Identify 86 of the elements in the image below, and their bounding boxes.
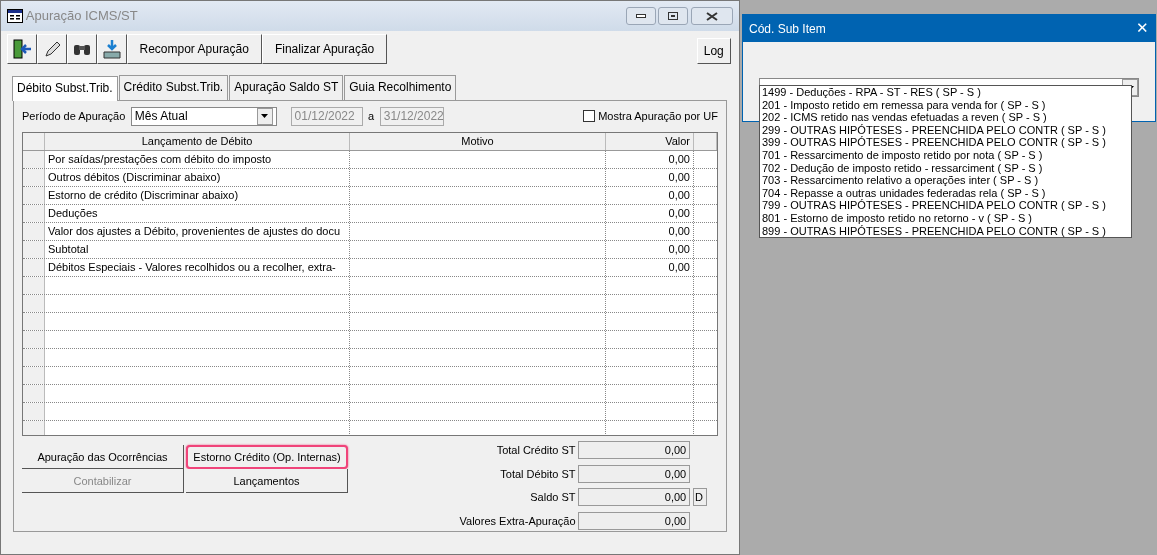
action-button[interactable]: Estorno Crédito (Op. Internas) — [186, 445, 348, 470]
toolbar-button[interactable]: Recompor Apuração — [126, 33, 262, 64]
tab[interactable]: Crédito Subst.Trib. — [118, 74, 229, 100]
dropdown-option[interactable]: 202 - ICMS retido nas vendas efetuadas a reven ( SP - S ) — [760, 111, 1131, 124]
row-header-cell — [23, 258, 45, 276]
total-label: Total Débito ST — [500, 466, 576, 482]
dropdown-option[interactable]: 399 - OUTRAS HIPÓTESES - PREENCHIDA PELO CONTR ( SP - S ) — [760, 136, 1131, 149]
row-header-cell — [23, 348, 45, 366]
tab[interactable]: Débito Subst.Trib. — [12, 75, 118, 101]
row-header-cell — [23, 420, 45, 435]
maximize-icon — [668, 12, 679, 21]
dropdown-option[interactable]: 299 - OUTRAS HIPÓTESES - PREENCHIDA PELO CONTR ( SP - S ) — [760, 123, 1131, 137]
period-dropdown[interactable]: Mês Atual — [130, 106, 277, 126]
close-icon — [706, 11, 718, 21]
row-header-cell — [23, 186, 45, 204]
column-header: Valor — [606, 132, 694, 150]
row-header-cell — [23, 222, 45, 240]
tray-download-icon — [100, 37, 123, 60]
edit-button[interactable] — [36, 33, 67, 64]
total-field: 0,00 — [578, 488, 691, 507]
dropdown-option[interactable]: 201 - Imposto retido em remessa para venda for ( SP - S ) — [760, 98, 1131, 112]
search-button[interactable] — [66, 33, 97, 64]
table-cell: Outros débitos (Discriminar abaixo) — [45, 168, 350, 186]
period-label: Período de Apuração — [22, 109, 126, 124]
row-header-cell — [23, 330, 45, 348]
dropdown-option[interactable]: 704 - Repasse a outras unidades federadas rela ( SP - S ) — [760, 186, 1131, 200]
minimize-icon — [635, 14, 646, 19]
row-header-cell — [23, 312, 45, 330]
row-header-cell — [23, 366, 45, 384]
table-cell: Deduções — [45, 204, 350, 222]
row-header-cell — [23, 204, 45, 222]
table-cell: 0,00 — [606, 204, 694, 222]
period-value: Mês Atual — [134, 107, 188, 125]
date-separator: a — [368, 109, 375, 124]
row-header-cell — [23, 402, 45, 420]
row-header-cell — [23, 384, 45, 402]
dropdown-option[interactable]: 801 - Estorno de imposto retido no retorno - v ( SP - S ) — [760, 211, 1131, 225]
table-cell: 0,00 — [606, 240, 694, 258]
dropdown-option[interactable]: 703 - Ressarcimento relativo a operações inter ( SP - S ) — [760, 174, 1131, 187]
import-button[interactable] — [96, 33, 127, 64]
table-cell: 0,00 — [606, 168, 694, 186]
table-cell: Estorno de crédito (Discriminar abaixo) — [45, 186, 350, 204]
close-button[interactable] — [691, 7, 733, 25]
binoculars-icon — [73, 44, 90, 55]
column-header: Lançamento de Débito — [45, 132, 350, 150]
dropdown-option[interactable]: 702 - Dedução de imposto retido - ressarciment ( SP - S ) — [760, 161, 1131, 175]
checkbox-label: Mostra Apuração por UF — [598, 109, 718, 124]
row-header-cell — [23, 276, 45, 294]
total-field: 0,00 — [578, 511, 691, 530]
window-title: Apuração ICMS/ST — [25, 7, 138, 26]
column-header: Motivo — [350, 132, 606, 150]
log-button[interactable]: Log — [696, 37, 731, 64]
table-cell: Por saídas/prestações com débito do imposto — [45, 150, 350, 168]
total-label: Valores Extra-Apuração — [459, 513, 576, 529]
dropdown-option[interactable]: 1499 - Deduções - RPA - ST - RES ( SP - S ) — [760, 86, 1131, 99]
balance-type-field: D — [693, 488, 707, 507]
exit-button[interactable] — [6, 33, 37, 64]
row-header-cell — [23, 240, 45, 258]
table-cell: Subtotal — [45, 240, 350, 258]
dropdown-option[interactable]: 899 - OUTRAS HIPÓTESES - PREENCHIDA PELO CONTR ( SP - S ) — [760, 224, 1131, 238]
maximize-button[interactable] — [658, 7, 689, 25]
checkbox[interactable] — [583, 110, 596, 123]
table-cell: Débitos Especiais - Valores recolhidos ou a recolher, extra- — [45, 258, 350, 276]
table-cell: Valor dos ajustes a Débito, provenientes de ajustes do docu — [45, 222, 350, 240]
total-label: Saldo ST — [530, 490, 576, 505]
table-cell: 0,00 — [606, 186, 694, 204]
action-button[interactable]: Apuração das Ocorrências — [22, 445, 184, 470]
total-field: 0,00 — [578, 441, 691, 460]
row-header-cell — [23, 294, 45, 312]
tab[interactable]: Guia Recolhimento — [344, 74, 457, 100]
dropdown-option[interactable]: 701 - Ressarcimento de imposto retido por nota ( SP - S ) — [760, 148, 1131, 162]
row-header-cell — [23, 168, 45, 186]
minimize-button[interactable] — [625, 7, 656, 25]
window-icon — [7, 9, 23, 23]
dialog-title: Cód. Sub Item — [749, 20, 826, 38]
toolbar-button[interactable]: Finalizar Apuração — [261, 33, 388, 64]
tab[interactable]: Apuração Saldo ST — [229, 74, 344, 100]
table-cell: 0,00 — [606, 222, 694, 240]
dropdown-option[interactable]: 799 - OUTRAS HIPÓTESES - PREENCHIDA PELO CONTR ( SP - S ) — [760, 199, 1131, 212]
table-cell: 0,00 — [606, 258, 694, 276]
dialog-close-button[interactable]: ✕ — [1136, 17, 1149, 40]
door-icon — [10, 37, 33, 60]
action-button[interactable]: Lançamentos — [186, 469, 348, 494]
total-label: Total Crédito ST — [496, 443, 576, 458]
table-cell: 0,00 — [606, 150, 694, 168]
total-field: 0,00 — [578, 464, 691, 483]
